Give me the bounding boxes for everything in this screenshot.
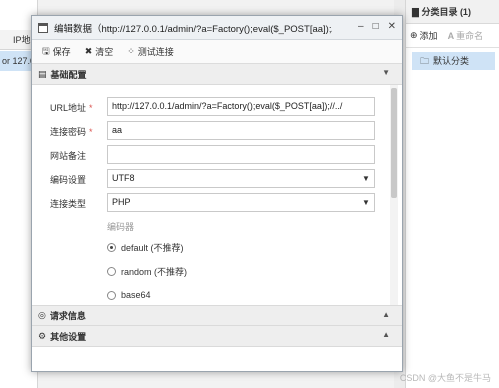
chevron-up-icon: ▲ [382,310,390,319]
radio-button[interactable] [107,266,116,276]
note-label: 网站备注 [50,151,87,161]
save-icon: 🖫 [42,45,50,56]
spinner-icon: ⁘ [127,46,135,56]
encoder-option-label: default (不推荐) [121,242,184,253]
encoding-label: 编码设置 [50,175,87,185]
clear-button[interactable]: ✖ 清空 [85,45,114,58]
password-row: 连接密码 * aa [32,121,382,140]
category-toolbar: ⊕ 添加 A 重命名 [406,24,499,48]
note-row: 网站备注 [32,145,382,164]
dialog-title: 编辑数据（http://127.0.0.1/admin/?a=Factory()… [54,23,332,35]
gears-icon: ⚙ [38,330,47,341]
encoder-option-default[interactable]: default (不推荐) [107,240,184,254]
clear-icon: ✖ [84,46,93,56]
category-panel-header: ▇ 分类目录 (1) [406,0,499,24]
dialog-titlebar[interactable]: 编辑数据（http://127.0.0.1/admin/?a=Factory()… [32,16,402,40]
save-button[interactable]: 🖫 保存 [42,44,71,60]
category-item-label: 默认分类 [433,56,470,66]
font-icon: A [447,30,455,41]
section-basic-config-label: 基础配置 [50,69,87,80]
dialog-toolbar: 🖫 保存 ✖ 清空 ⁘ 测试连接 [32,40,402,64]
category-item-default[interactable]: 🗀 默认分类 [412,52,495,70]
type-label: 连接类型 [50,199,87,209]
encoder-option-base64[interactable]: base64 [107,288,151,302]
maximize-icon[interactable]: □ [373,21,379,32]
url-row: URL地址 * http://127.0.0.1/admin/?a=Factory… [32,97,382,116]
test-connection-button[interactable]: ⁘ 测试连接 [127,45,174,58]
encoder-option-label: random (不推荐) [121,266,188,277]
section-request-info-label: 请求信息 [49,311,86,321]
encoding-select-value: UTF8 [112,173,135,183]
type-row: 连接类型 PHP ▼ [32,193,382,212]
encoder-option-random[interactable]: random (不推荐) [107,264,187,278]
add-category-button[interactable]: ⊕ 添加 [410,29,438,42]
chevron-down-icon: ▼ [382,68,390,77]
encoding-select[interactable]: UTF8 ▼ [107,169,375,188]
minimize-icon[interactable]: – [358,21,364,32]
type-select[interactable]: PHP ▼ [107,193,375,212]
chevron-down-icon: ▼ [362,174,370,183]
rename-category-button[interactable]: A 重命名 [448,29,484,42]
rename-category-label: 重命名 [456,31,484,41]
category-panel: ▇ 分类目录 (1) ⊕ 添加 A 重命名 🗀 默认分类 [406,0,499,388]
chevron-down-icon: ▼ [362,198,370,207]
add-category-label: 添加 [419,31,438,41]
globe-icon: ◎ [38,310,46,320]
section-other-settings-label: 其他设置 [50,331,87,342]
radio-button[interactable] [107,242,116,252]
close-icon[interactable]: ✕ [388,21,396,32]
window-icon [38,22,48,33]
section-basic-config[interactable]: ▤ 基础配置 ▼ [32,64,402,85]
clear-label: 清空 [95,47,114,57]
scrollbar-thumb[interactable] [391,88,397,198]
test-connection-label: 测试连接 [137,47,174,57]
form-scrollbar[interactable] [390,85,398,305]
category-panel-title: 分类目录 (1) [421,7,471,17]
type-select-value: PHP [112,197,131,207]
window-controls: – □ ✕ [358,21,396,32]
plus-circle-icon: ⊕ [410,30,418,40]
encoding-row: 编码设置 UTF8 ▼ [32,169,382,188]
encoder-label: 编码器 [107,222,135,232]
encoder-option-label: base64 [121,290,151,300]
section-request-info[interactable]: ◎ 请求信息 ▲ [32,305,402,326]
save-label: 保存 [52,47,71,57]
folder-icon: ▇ [412,7,419,17]
list-icon: ▤ [38,68,47,79]
watermark: CSDN @大鱼不是牛马 [399,373,491,383]
edit-data-dialog: 编辑数据（http://127.0.0.1/admin/?a=Factory()… [31,15,403,372]
url-input[interactable]: http://127.0.0.1/admin/?a=Factory();eval… [107,97,375,116]
basic-config-form: URL地址 * http://127.0.0.1/admin/?a=Factory… [32,85,402,305]
url-label: URL地址 * [50,103,93,113]
password-label: 连接密码 * [50,127,93,137]
note-input[interactable] [107,145,375,164]
radio-button[interactable] [107,290,116,300]
folder-open-icon: 🗀 [420,56,430,66]
chevron-up-icon: ▲ [382,330,390,339]
section-other-settings[interactable]: ⚙ 其他设置 ▲ [32,326,402,347]
password-input[interactable]: aa [107,121,375,140]
